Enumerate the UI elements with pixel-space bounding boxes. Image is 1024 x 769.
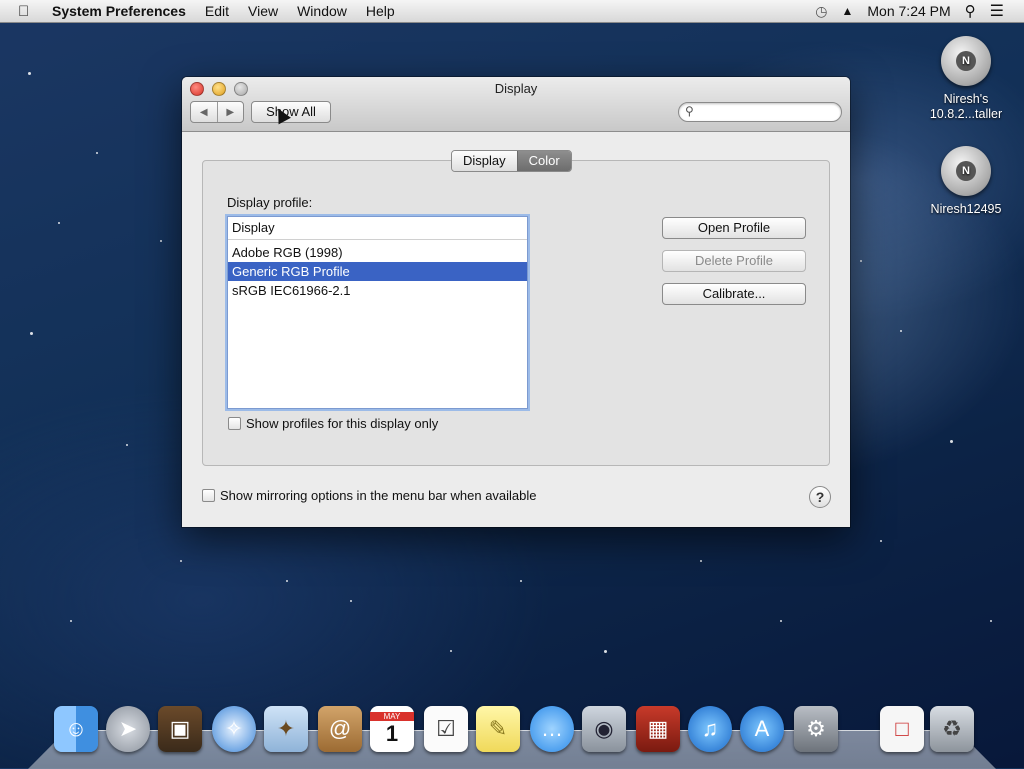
profiles-only-option[interactable]: Show profiles for this display only <box>228 416 438 431</box>
desktop-disk-niresh[interactable]: N Niresh12495 <box>916 146 1016 217</box>
delete-profile-button[interactable]: Delete Profile <box>662 250 806 272</box>
eject-icon[interactable]: ▲ <box>842 4 854 18</box>
safari-icon[interactable]: ✧ <box>212 706 256 752</box>
profile-item-srgb[interactable]: sRGB IEC61966-2.1 <box>228 281 527 300</box>
star <box>350 600 352 602</box>
desktop-icon-label: Niresh12495 <box>930 202 1002 216</box>
star <box>950 440 953 443</box>
desktop-icon-label: Niresh's <box>943 92 989 106</box>
disk-icon: N <box>941 36 991 86</box>
star <box>126 444 128 446</box>
back-forward-control: ◀ ▶ <box>190 101 244 123</box>
calendar-day: 1 <box>385 720 399 746</box>
mail-icon[interactable]: ✦ <box>264 706 308 752</box>
display-preferences-window: Display ◀ ▶ Show All ⚲ Display Color Dis… <box>182 77 850 527</box>
facetime-icon[interactable]: ◉ <box>582 706 626 752</box>
itunes-icon[interactable]: ♫ <box>688 706 732 752</box>
app-store-icon[interactable]: A <box>740 706 784 752</box>
window-title: Display <box>494 81 538 96</box>
profiles-only-checkbox[interactable] <box>228 417 241 430</box>
desktop-icon-label: 10.8.2...taller <box>929 107 1003 121</box>
menu-app-name[interactable]: System Preferences <box>52 3 186 19</box>
help-button[interactable]: ? <box>809 486 831 508</box>
open-profile-button[interactable]: Open Profile <box>662 217 806 239</box>
calendar-month: MAY <box>370 711 414 721</box>
launchpad-icon[interactable]: ➤ <box>106 706 150 752</box>
tab-color[interactable]: Color <box>516 151 571 171</box>
menu-window[interactable]: Window <box>297 3 347 19</box>
calibrate-button[interactable]: Calibrate... <box>662 283 806 305</box>
messages-icon[interactable]: … <box>530 706 574 752</box>
dock: ☺ ➤ ▣ ✧ ✦ @ MAY 1 ☑ ✎ … ◉ ▦ ♫ A ⚙ □ ♻ <box>54 706 984 758</box>
search-input[interactable] <box>701 104 835 120</box>
search-icon: ⚲ <box>685 104 694 118</box>
mirroring-label: Show mirroring options in the menu bar w… <box>220 488 537 503</box>
star <box>58 222 60 224</box>
profiles-only-label: Show profiles for this display only <box>246 416 439 431</box>
show-all-button[interactable]: Show All <box>251 101 331 123</box>
system-preferences-icon[interactable]: ⚙ <box>794 706 838 752</box>
menu-help[interactable]: Help <box>366 3 395 19</box>
star <box>900 330 902 332</box>
notes-icon[interactable]: ✎ <box>476 706 520 752</box>
menu-bar:  System Preferences Edit View Window He… <box>0 0 1024 23</box>
apple-menu-icon[interactable]:  <box>18 3 38 20</box>
star <box>700 560 702 562</box>
mirroring-option[interactable]: Show mirroring options in the menu bar w… <box>202 488 537 503</box>
contacts-icon[interactable]: @ <box>318 706 362 752</box>
star <box>780 620 782 622</box>
star <box>520 580 522 582</box>
finder-icon[interactable]: ☺ <box>54 706 98 752</box>
star <box>30 332 33 335</box>
time-machine-icon[interactable]: ◷ <box>815 3 827 20</box>
profile-list[interactable]: Display Adobe RGB (1998) Generic RGB Pro… <box>227 216 528 409</box>
reminders-icon[interactable]: ☑ <box>424 706 468 752</box>
star <box>990 620 992 622</box>
back-arrow-icon[interactable]: ◀ <box>191 102 217 122</box>
profile-item-adobe-rgb[interactable]: Adobe RGB (1998) <box>228 243 527 262</box>
disk-icon: N <box>941 146 991 196</box>
tab-display[interactable]: Display <box>452 151 517 171</box>
display-profile-label: Display profile: <box>227 195 313 210</box>
photo-booth-icon[interactable]: ▦ <box>636 706 680 752</box>
star <box>70 620 72 622</box>
star <box>96 152 98 154</box>
spotlight-icon[interactable]: ⚲ <box>965 2 976 20</box>
menu-view[interactable]: View <box>248 3 278 19</box>
search-field[interactable]: ⚲ <box>678 102 842 122</box>
star <box>860 260 862 262</box>
star <box>450 650 452 652</box>
star <box>604 650 607 653</box>
mirroring-checkbox[interactable] <box>202 489 215 502</box>
tab-bar: Display Color <box>451 150 572 172</box>
window-toolbar: Display ◀ ▶ Show All ⚲ <box>182 77 850 132</box>
menu-extras: ◷ ▲ Mon 7:24 PM ⚲ ☰ <box>815 0 1024 22</box>
profile-list-header: Display <box>228 217 527 240</box>
calendar-icon[interactable]: MAY 1 <box>370 706 414 752</box>
document-icon[interactable]: □ <box>880 706 924 752</box>
profile-item-generic-rgb[interactable]: Generic RGB Profile <box>228 262 527 281</box>
desktop-disk-installer[interactable]: N Niresh's 10.8.2...taller <box>916 36 1016 122</box>
star <box>160 240 162 242</box>
star <box>286 580 288 582</box>
menu-edit[interactable]: Edit <box>205 3 229 19</box>
forward-arrow-icon[interactable]: ▶ <box>216 102 244 122</box>
photo-browser-icon[interactable]: ▣ <box>158 706 202 752</box>
star <box>28 72 31 75</box>
clock[interactable]: Mon 7:24 PM <box>867 3 950 19</box>
star <box>880 540 882 542</box>
trash-icon[interactable]: ♻ <box>930 706 974 752</box>
star <box>180 560 182 562</box>
notification-center-icon[interactable]: ☰ <box>990 1 1004 21</box>
